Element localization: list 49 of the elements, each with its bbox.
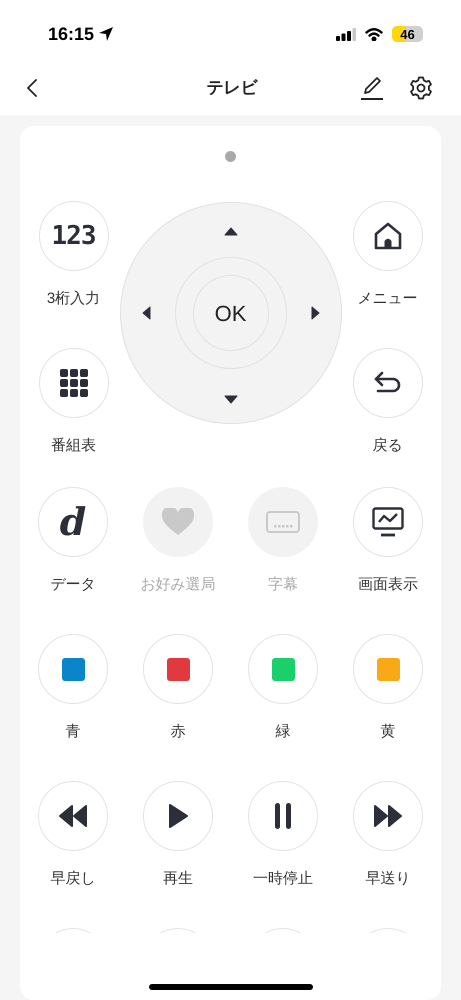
remote-button[interactable]: 123 xyxy=(38,201,108,271)
button-label: 一時停止 xyxy=(253,869,313,889)
button-label: 早送り xyxy=(366,869,410,889)
button-label: 青 xyxy=(66,722,80,742)
heart-icon xyxy=(162,508,194,536)
screen-title: テレビ xyxy=(206,76,258,99)
button-label: 番組表 xyxy=(51,436,96,456)
button-label: 戻る xyxy=(372,436,402,456)
button-label: 緑 xyxy=(276,722,290,742)
fast-forward-icon xyxy=(373,804,403,828)
location-arrow-icon xyxy=(98,26,114,42)
up-arrow-icon xyxy=(224,226,238,236)
button-label: 字幕 xyxy=(268,575,298,595)
button-label: メニュー xyxy=(358,289,418,309)
button-label: 早戻し xyxy=(50,869,96,889)
left-button[interactable] xyxy=(140,305,152,321)
digits-icon: 123 xyxy=(52,223,96,249)
signal-icon xyxy=(336,28,356,40)
up-button[interactable] xyxy=(222,225,238,237)
wifi-icon xyxy=(365,28,383,40)
down-arrow-icon xyxy=(224,394,238,404)
button-label: 赤 xyxy=(170,722,186,742)
button-label: 再生 xyxy=(163,869,193,889)
right-button[interactable] xyxy=(310,305,322,321)
back-icon xyxy=(26,78,38,96)
button-label: お好み選局 xyxy=(140,575,216,595)
monitor-chart-icon xyxy=(372,507,404,537)
ok-button[interactable]: OK xyxy=(192,275,268,351)
letter-d-icon: d xyxy=(60,503,86,541)
button-label: 画面表示 xyxy=(358,575,418,595)
caption-icon xyxy=(266,511,300,533)
button-label: データ xyxy=(50,575,96,595)
left-arrow-icon xyxy=(142,306,151,320)
house-icon xyxy=(372,221,402,251)
right-arrow-icon xyxy=(311,306,320,320)
button-label: 黄 xyxy=(380,722,396,742)
return-arrow-icon xyxy=(374,371,402,395)
pause-icon xyxy=(274,802,292,830)
edit-button[interactable] xyxy=(360,76,384,100)
settings-icon xyxy=(409,76,433,100)
grid-icon xyxy=(60,369,88,397)
play-icon xyxy=(167,803,189,829)
settings-button[interactable] xyxy=(409,76,433,100)
remote-button[interactable]: d xyxy=(38,487,108,557)
clock-time: 16:15 xyxy=(48,22,94,46)
button-label: 3桁入力 xyxy=(46,289,100,309)
rewind-icon xyxy=(58,804,88,828)
down-button[interactable] xyxy=(222,393,238,405)
pencil-icon xyxy=(360,76,384,100)
